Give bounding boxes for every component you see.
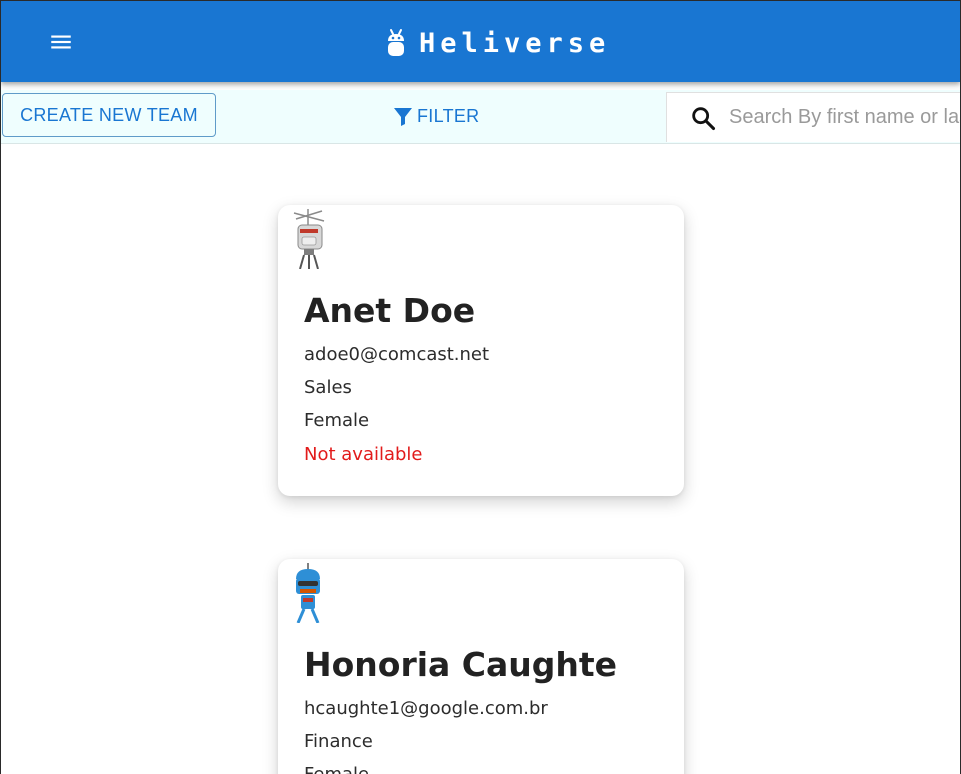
user-card[interactable]: Honoria Caughte hcaughte1@google.com.br … (278, 559, 684, 774)
user-email: hcaughte1@google.com.br (304, 698, 548, 719)
robot-avatar-blue-icon (296, 563, 320, 623)
user-domain: Sales (304, 377, 352, 398)
user-card[interactable]: Anet Doe adoe0@comcast.net Sales Female … (278, 205, 684, 496)
search-icon[interactable] (689, 104, 717, 132)
filter-button[interactable]: FILTER (391, 100, 479, 132)
robot-avatar-gray-icon (293, 209, 325, 269)
user-name: Anet Doe (304, 291, 476, 330)
user-availability: Not available (304, 444, 423, 465)
brand[interactable]: Heliverse (385, 25, 610, 61)
filter-icon (394, 108, 412, 126)
app-window: Heliverse CREATE NEW TEAM FILTER Search … (0, 0, 961, 774)
search-box[interactable] (666, 92, 960, 142)
app-bar: Heliverse (1, 1, 960, 82)
menu-button[interactable] (41, 22, 81, 62)
search-input[interactable] (727, 105, 960, 130)
android-robot-icon (388, 29, 404, 56)
app-title: Heliverse (419, 27, 611, 59)
filter-label: FILTER (417, 105, 480, 126)
user-gender: Female (304, 410, 370, 431)
user-email: adoe0@comcast.net (304, 344, 490, 365)
user-domain: Finance (304, 731, 373, 752)
menu-icon (51, 35, 71, 49)
user-name: Honoria Caughte (304, 645, 618, 684)
toolbar: CREATE NEW TEAM FILTER (1, 90, 960, 144)
create-new-team-button[interactable]: CREATE NEW TEAM (2, 93, 216, 137)
